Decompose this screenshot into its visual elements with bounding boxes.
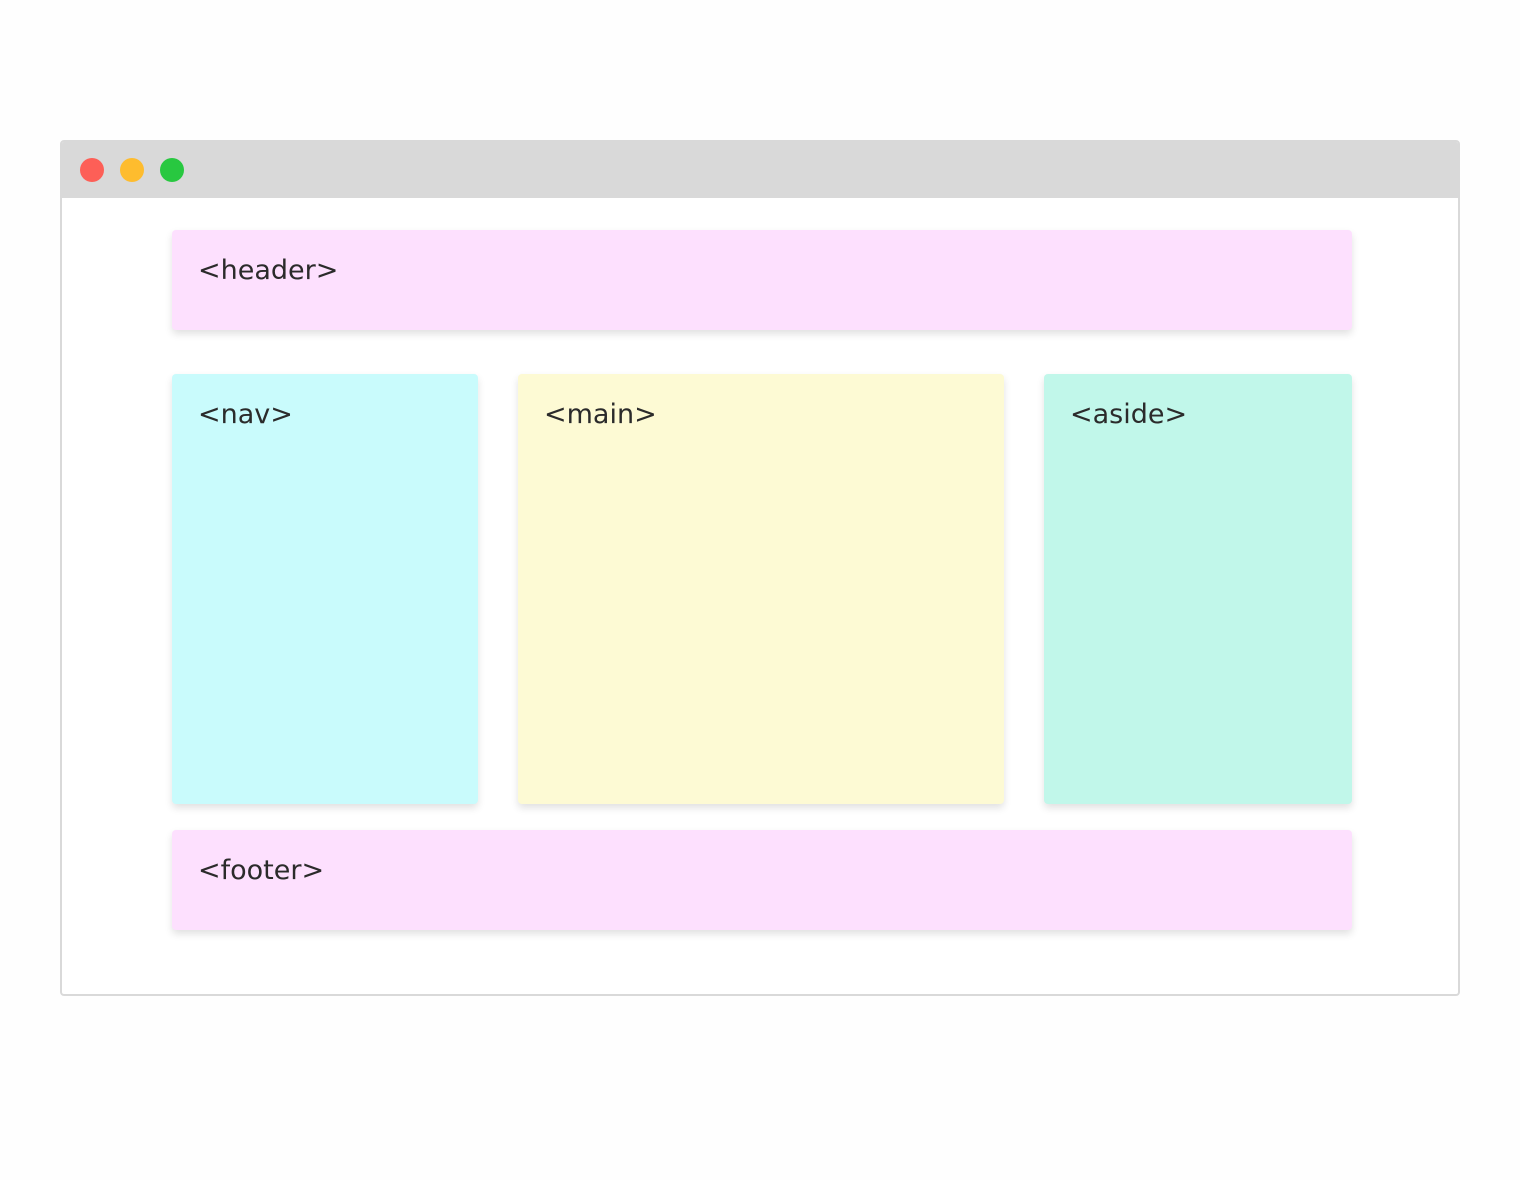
nav-block: <nav>	[172, 374, 478, 804]
minimize-window-icon[interactable]	[120, 158, 144, 182]
main-block: <main>	[518, 374, 1004, 804]
browser-window: <header> <nav> <main> <aside> <footer>	[60, 140, 1460, 996]
close-window-icon[interactable]	[80, 158, 104, 182]
maximize-window-icon[interactable]	[160, 158, 184, 182]
nav-label: <nav>	[198, 399, 293, 430]
footer-block: <footer>	[172, 830, 1352, 930]
aside-label: <aside>	[1070, 399, 1188, 430]
window-titlebar	[62, 142, 1458, 198]
header-block: <header>	[172, 230, 1352, 330]
main-label: <main>	[544, 399, 657, 430]
footer-label: <footer>	[198, 855, 325, 886]
aside-block: <aside>	[1044, 374, 1352, 804]
header-label: <header>	[198, 255, 339, 286]
